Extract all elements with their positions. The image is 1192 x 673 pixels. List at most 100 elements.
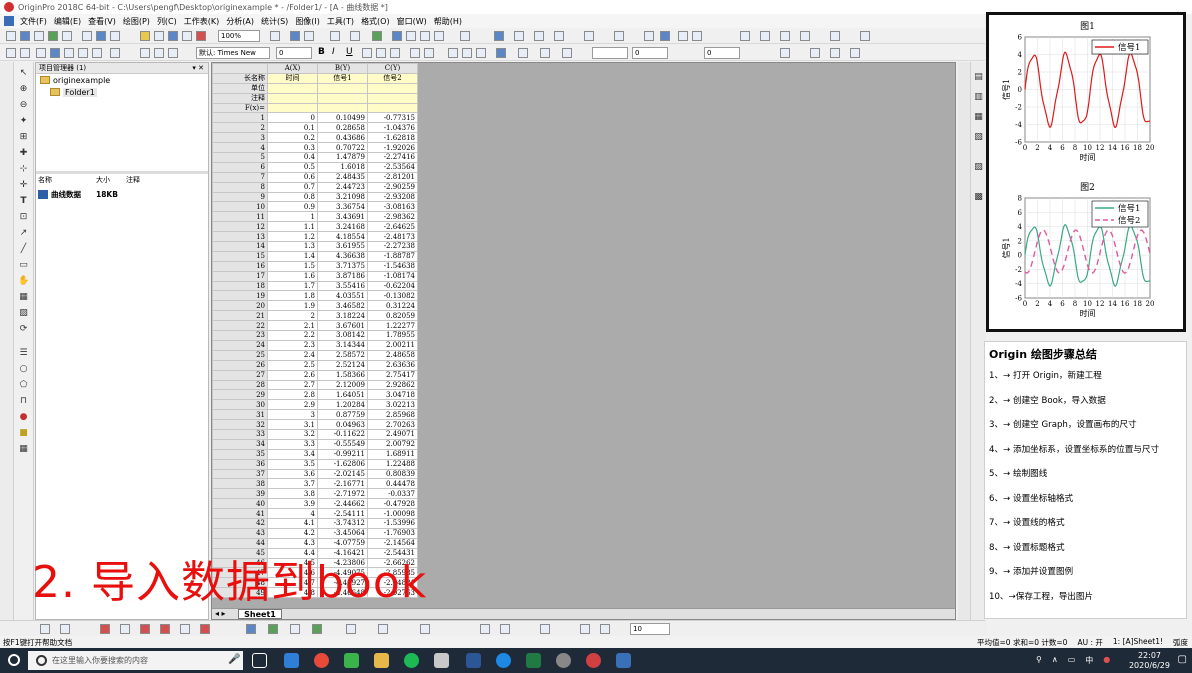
status-angle-mode[interactable]: 弧度 [1173,637,1188,648]
save-template-icon[interactable] [182,31,192,41]
column-size[interactable]: 大小 [96,175,126,185]
data-cell[interactable]: 4.2 [267,527,318,539]
data-cell[interactable]: 0.2 [267,132,318,144]
data-cell[interactable]: -1.00098 [367,508,418,519]
menu-help[interactable]: 帮助(H) [434,16,462,27]
stop-tool-icon[interactable]: ● [18,412,29,423]
data-cell[interactable]: 4.36638 [317,250,368,262]
row-number[interactable]: 2 [212,122,268,134]
group-icon[interactable] [540,624,550,634]
quick-help-icon[interactable] [434,31,444,41]
symbol-size-select[interactable]: 0 [704,47,740,59]
data-cell[interactable]: 2 [267,310,318,322]
app-grid-icon[interactable] [4,16,14,26]
decrease-font-icon[interactable] [424,48,434,58]
data-cell[interactable]: 2.52124 [317,359,368,371]
start-icon[interactable] [8,654,20,666]
data-cell[interactable]: -0.99211 [317,448,368,460]
data-cell[interactable]: 3.55416 [317,280,368,292]
data-cell[interactable]: 1.22277 [367,320,418,332]
row-number[interactable]: 23 [212,330,268,341]
row-number[interactable]: 33 [212,428,268,440]
data-cell[interactable]: 3.46582 [317,300,368,312]
new-notes-icon[interactable] [62,31,72,41]
data-cell[interactable]: 2.49071 [367,428,418,440]
data-cell[interactable]: 2.00211 [367,339,418,351]
right-tool-icon[interactable]: ▩ [973,192,984,203]
task-view-icon[interactable] [252,653,267,668]
data-cell[interactable]: 0.4 [267,152,318,163]
zoom-in-icon[interactable] [20,48,30,58]
region-tool-icon[interactable]: ⊡ [18,212,29,223]
area-plot-icon[interactable] [120,624,130,634]
align-left-icon[interactable] [448,48,458,58]
crosshair-tool-icon[interactable]: ✦ [18,116,29,127]
italic-button[interactable]: I [332,47,335,57]
data-cell[interactable]: 3.7 [267,478,318,490]
worksheet-grid[interactable]: A(X) B(Y) C(Y) 长名称 时间 信号1 信号2 单位 注释 F(x)= 1 0 0.1049… [212,63,418,599]
add-column-icon[interactable] [514,31,524,41]
meta-cell[interactable] [367,102,418,114]
network-icon[interactable]: ▭ [1068,655,1076,666]
list-item[interactable]: 曲线数据 18KB [38,189,126,200]
greek-icon[interactable] [390,48,400,58]
data-cell[interactable]: 0.10499 [317,112,368,124]
front-icon[interactable] [580,624,590,634]
bracket-tool-icon[interactable]: ⊓ [18,396,29,407]
row-number[interactable]: 41 [212,508,268,519]
data-cell[interactable]: 3.71375 [317,260,368,272]
cut-icon[interactable] [140,48,150,58]
data-cell[interactable]: 3.02213 [367,399,418,411]
results-log-icon[interactable] [350,31,360,41]
meta-cell[interactable] [317,92,368,104]
meta-cell[interactable]: 信号2 [367,72,418,84]
data-cell[interactable]: 0.8 [267,191,318,203]
media-icon[interactable] [556,653,571,668]
align-bottom-icon[interactable] [500,624,510,634]
sheet-icon[interactable] [92,48,102,58]
zhihu-icon[interactable] [496,653,511,668]
data-cell[interactable]: -1.54638 [367,260,418,272]
data-cell[interactable]: 1.6 [267,270,318,282]
row-number[interactable]: 37 [212,468,268,480]
row-number[interactable]: 13 [212,231,268,243]
tree-icon[interactable] [36,48,46,58]
row-number[interactable]: 10 [212,201,268,213]
data-cell[interactable]: 3 [267,409,318,421]
scale-tool-icon[interactable]: ⊞ [18,132,29,143]
set-x-icon[interactable] [644,31,654,41]
rectangle-tool-icon[interactable]: ▭ [18,260,29,271]
menu-file[interactable]: 文件(F) [20,16,47,27]
data-cell[interactable]: -2.71972 [317,488,368,500]
new-graph-icon[interactable] [34,31,44,41]
data-cell[interactable]: 3.9 [267,498,318,510]
mask-tool-icon[interactable]: ▨ [18,308,29,319]
color-tool-icon[interactable]: ■ [18,428,29,439]
data-cell[interactable]: 3.67601 [317,320,368,332]
data-cell[interactable]: 2.6 [267,369,318,381]
data-cell[interactable]: 2.00792 [367,438,418,450]
menu-edit[interactable]: 编辑(E) [54,16,81,27]
data-cell[interactable]: -0.13082 [367,290,418,302]
grid-tool-icon[interactable]: ▦ [18,444,29,455]
row-number[interactable]: 34 [212,438,268,450]
music-icon[interactable] [404,653,419,668]
row-number[interactable]: 9 [212,191,268,203]
menu-worksheet[interactable]: 工作表(K) [184,16,220,27]
window-cascade-icon[interactable] [860,31,870,41]
right-tool-icon[interactable]: ▤ [973,72,984,83]
data-cell[interactable]: 2.63636 [367,359,418,371]
column-header[interactable]: B(Y) [317,63,368,74]
menu-view[interactable]: 查看(V) [88,16,116,27]
column-note[interactable]: 注释 [126,175,166,185]
explorer-icon[interactable] [374,653,389,668]
row-number[interactable]: 36 [212,458,268,470]
row-number[interactable]: 30 [212,399,268,411]
data-cell[interactable]: 1.7 [267,280,318,292]
mic-icon[interactable]: 🎤 [228,654,240,665]
row-number[interactable]: 39 [212,488,268,500]
data-cell[interactable]: 3.4 [267,448,318,460]
data-cell[interactable]: 1.6018 [317,161,368,173]
template-plot-icon[interactable] [312,624,322,634]
notification-icon[interactable]: ▢ [1178,654,1187,665]
